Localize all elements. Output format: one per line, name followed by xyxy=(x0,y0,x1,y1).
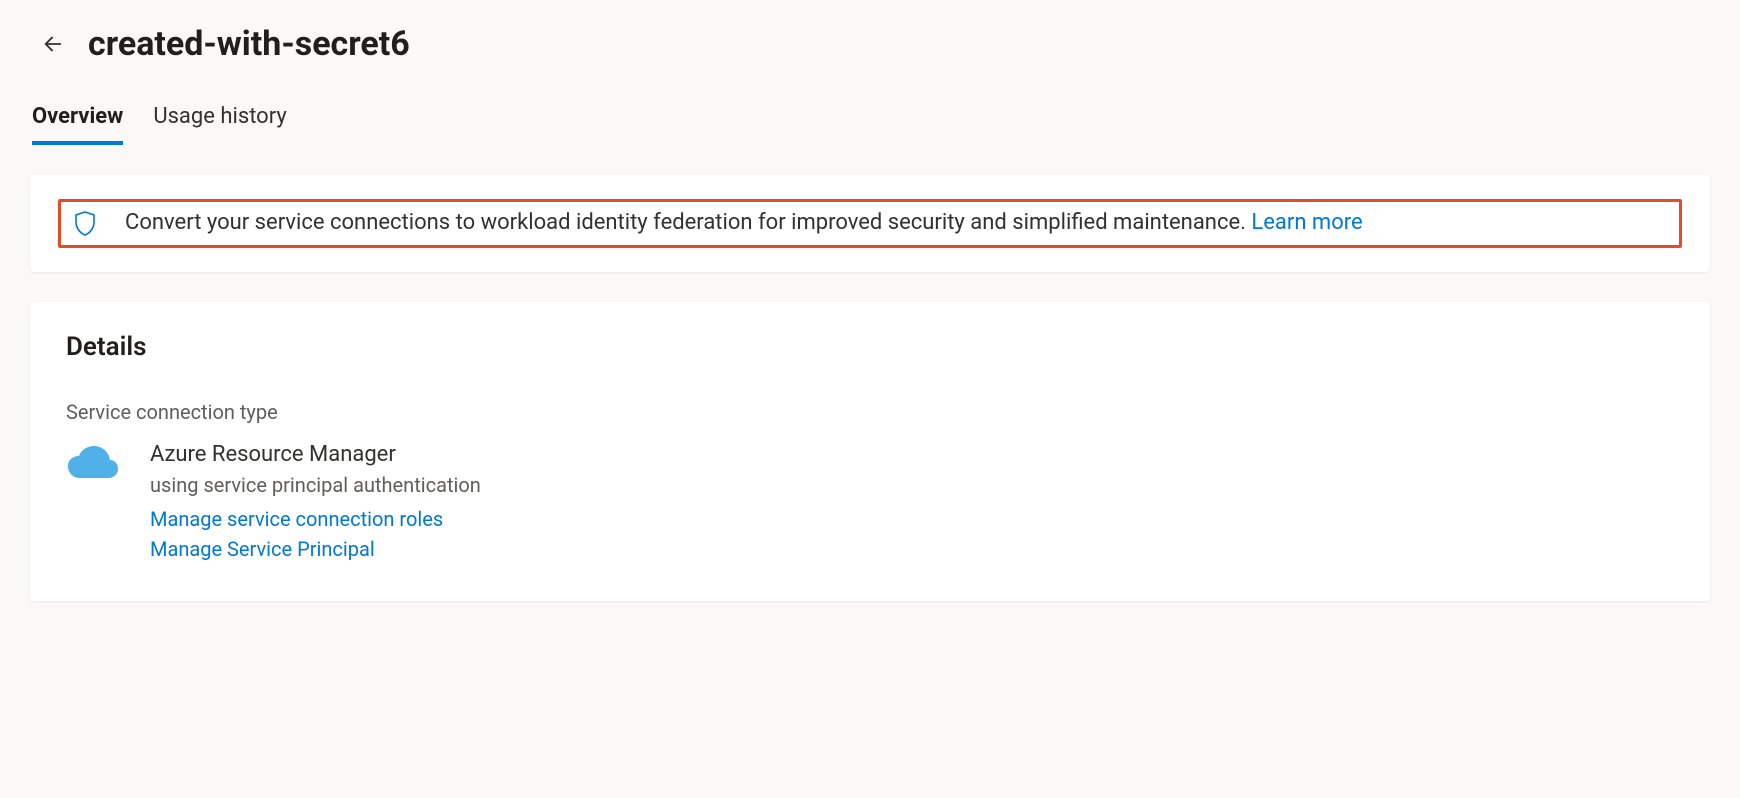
tab-overview[interactable]: Overview xyxy=(32,104,123,145)
header: created-with-secret6 xyxy=(30,24,1710,64)
cloud-icon xyxy=(66,444,120,484)
banner-learn-more-link[interactable]: Learn more xyxy=(1251,210,1362,235)
connection-info: Azure Resource Manager using service pri… xyxy=(150,442,481,561)
connection-auth-method: using service principal authentication xyxy=(150,473,481,497)
connection-type-value: Azure Resource Manager xyxy=(150,442,481,467)
connection-type-label: Service connection type xyxy=(66,400,1674,424)
manage-roles-link[interactable]: Manage service connection roles xyxy=(150,507,481,531)
page-title: created-with-secret6 xyxy=(88,24,410,64)
tab-bar: Overview Usage history xyxy=(30,104,1710,145)
info-banner-card: Convert your service connections to work… xyxy=(30,175,1710,272)
details-heading: Details xyxy=(66,332,1674,362)
back-arrow-icon[interactable] xyxy=(30,33,64,55)
banner-message: Convert your service connections to work… xyxy=(125,210,1251,235)
manage-service-principal-link[interactable]: Manage Service Principal xyxy=(150,537,481,561)
connection-row: Azure Resource Manager using service pri… xyxy=(66,442,1674,561)
info-banner-highlight: Convert your service connections to work… xyxy=(58,199,1682,248)
banner-text: Convert your service connections to work… xyxy=(125,208,1363,239)
tab-usage-history[interactable]: Usage history xyxy=(153,104,286,145)
details-card: Details Service connection type Azure Re… xyxy=(30,302,1710,601)
shield-icon xyxy=(73,210,97,236)
page-root: created-with-secret6 Overview Usage hist… xyxy=(0,0,1740,617)
